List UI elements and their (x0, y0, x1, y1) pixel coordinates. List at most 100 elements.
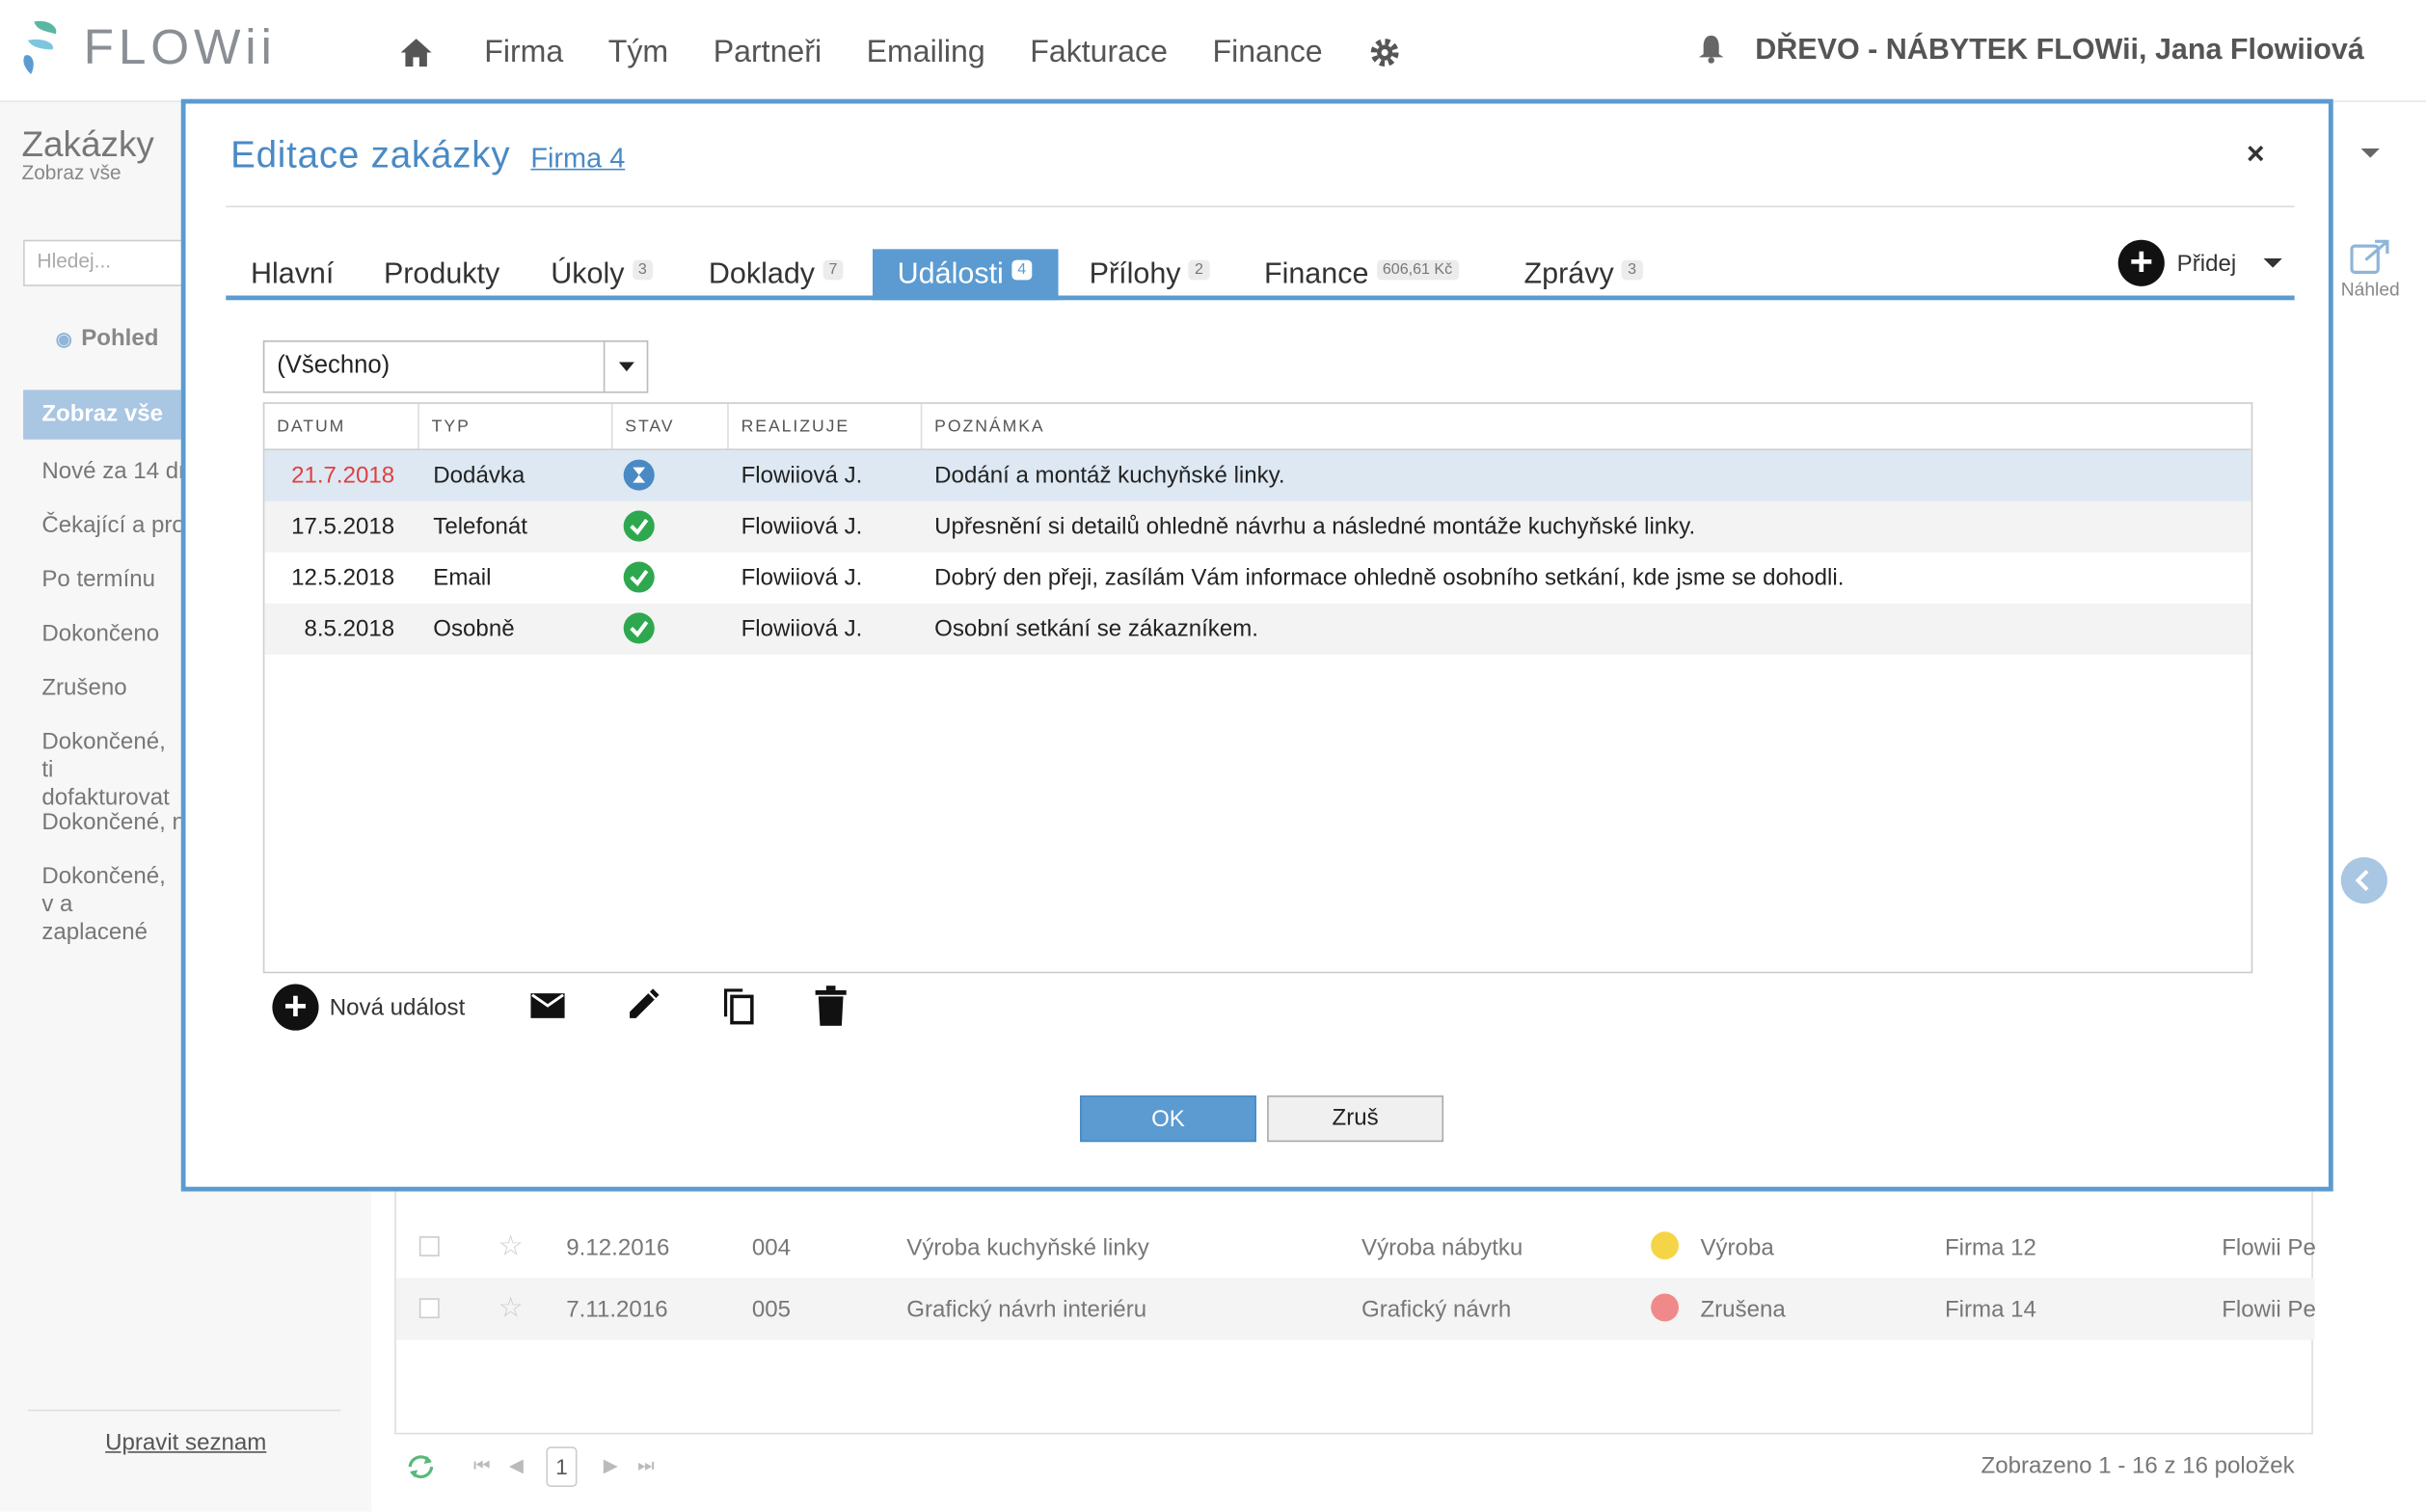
order-number: 005 (751, 1296, 792, 1323)
column-header-typ[interactable]: TYP (419, 403, 613, 449)
email-icon[interactable] (530, 986, 571, 1026)
new-event-button[interactable]: + Nová událost (272, 985, 465, 1031)
table-row[interactable]: 17.5.2018 Telefonát Flowiiová J. Upřesně… (264, 500, 2251, 553)
tab-badge: 7 (822, 259, 844, 281)
plus-icon: + (272, 985, 319, 1031)
user-name[interactable]: DŘEVO - NÁBYTEK FLOWii, Jana Flowiiová (1755, 34, 2364, 68)
firm-link[interactable]: Firma 4 (530, 143, 625, 176)
sidebar-item[interactable]: Zrušeno (41, 675, 196, 703)
collapse-panel-button[interactable] (2340, 856, 2387, 904)
page-number[interactable]: 1 (546, 1446, 578, 1488)
order-name: Výroba kuchyňské linky (906, 1234, 1149, 1261)
sidebar-item[interactable]: Dokončeno (41, 620, 196, 648)
ok-button[interactable]: OK (1080, 1095, 1256, 1143)
event-filter-select[interactable]: (Všechno) (262, 340, 649, 393)
sidebar-item[interactable]: Dokončené, v a zaplacené (41, 863, 180, 947)
sidebar-item[interactable]: Čekající a prob (41, 512, 198, 540)
event-owner: Flowiiová J. (741, 513, 863, 541)
event-note: Dobrý den přeji, zasílám Vám informace o… (934, 564, 1845, 591)
event-date: 12.5.2018 (291, 564, 395, 591)
edit-list-link[interactable]: Upravit seznam (105, 1430, 266, 1456)
nav-item-partneri[interactable]: Partneři (714, 35, 822, 70)
event-note: Osobní setkání se zákazníkem. (934, 615, 1258, 642)
sidebar-item[interactable]: Po termínu (41, 566, 196, 594)
eye-icon: ◉ (55, 328, 72, 350)
last-page-icon[interactable]: ⏭ (637, 1454, 654, 1477)
check-icon (623, 510, 655, 542)
home-icon[interactable] (397, 34, 435, 71)
row-checkbox[interactable] (418, 1236, 440, 1256)
column-header-poznamka[interactable]: POZNÁMKA (922, 404, 2251, 449)
view-label: Pohled (81, 324, 159, 352)
filter-value: (Všechno) (277, 352, 391, 380)
first-page-icon[interactable]: ⏮ (473, 1454, 490, 1477)
column-header-stav[interactable]: STAV (612, 403, 729, 449)
order-name: Grafický návrh interiéru (906, 1296, 1147, 1323)
nav-item-emailing[interactable]: Emailing (867, 35, 985, 70)
table-row[interactable]: 8.5.2018 Osobně Flowiiová J. Osobní setk… (264, 603, 2251, 655)
error-status-icon (1651, 1293, 1679, 1322)
sidebar-item[interactable]: Nové za 14 dní (41, 458, 198, 486)
sidebar-item[interactable]: Dokončené, n (41, 809, 196, 837)
column-header-realizuje[interactable]: REALIZUJE (729, 403, 923, 449)
nav-item-fakturace[interactable]: Fakturace (1030, 35, 1168, 70)
tab-udalosti[interactable]: Události 4 (872, 249, 1059, 301)
refresh-icon[interactable] (405, 1453, 436, 1481)
nav-item-tym[interactable]: Tým (608, 35, 668, 70)
delete-trash-icon[interactable] (814, 986, 854, 1026)
plus-icon: + (2117, 239, 2165, 286)
table-header: DATUM TYP STAV REALIZUJE POZNÁMKA (264, 403, 2251, 450)
tab-prilohy[interactable]: Přílohy 2 (1065, 249, 1234, 295)
copy-icon[interactable] (719, 986, 760, 1026)
event-type: Dodávka (433, 462, 526, 490)
event-type: Osobně (433, 615, 515, 642)
search-input[interactable]: Hledej... (23, 239, 194, 286)
page-title: Zakázky (21, 123, 154, 165)
tab-hlavni[interactable]: Hlavní (226, 249, 359, 295)
flowii-logo-icon (23, 20, 57, 75)
nav-item-firma[interactable]: Firma (484, 35, 563, 70)
external-link-icon[interactable] (2350, 238, 2390, 276)
view-toggle[interactable]: ◉ Pohled (56, 325, 159, 351)
table-row[interactable]: 12.5.2018 Email Flowiiová J. Dobrý den p… (264, 553, 2251, 604)
tab-doklady[interactable]: Doklady 7 (684, 249, 868, 295)
notification-bell-icon[interactable] (1699, 35, 1728, 67)
event-date: 8.5.2018 (304, 615, 395, 642)
order-date: 7.11.2016 (566, 1296, 668, 1323)
order-status: Výroba (1700, 1234, 1774, 1261)
events-toolbar: + Nová událost (272, 980, 847, 1036)
pager-info: Zobrazeno 1 - 16 z 16 položek (1981, 1452, 2295, 1479)
sidebar-item-active[interactable]: Zobraz vše (23, 390, 194, 440)
prev-page-icon[interactable]: ◀ (509, 1454, 524, 1475)
sidebar-item[interactable]: Dokončené, ti dofakturovat (41, 729, 180, 813)
order-owner: Flowii Pe (2222, 1234, 2316, 1261)
star-icon[interactable]: ☆ (499, 1230, 524, 1263)
logo[interactable]: FLOWii (21, 15, 276, 77)
order-firm: Firma 14 (1944, 1296, 2036, 1323)
tab-zpravy[interactable]: Zprávy 3 (1499, 249, 1667, 295)
settings-gear-icon[interactable] (1367, 36, 1401, 69)
dropdown-arrow-icon[interactable] (603, 341, 649, 392)
tab-label: Produkty (383, 257, 500, 291)
tab-badge: 606,61 Kč (1376, 259, 1459, 281)
row-checkbox[interactable] (418, 1298, 440, 1319)
preview-label[interactable]: Náhled (2333, 279, 2408, 300)
edit-pencil-icon[interactable] (625, 986, 665, 1026)
nav-item-finance[interactable]: Finance (1212, 35, 1322, 70)
table-row[interactable]: ☆ 7.11.2016 005 Grafický návrh interiéru… (395, 1278, 2316, 1340)
column-header-datum[interactable]: DATUM (264, 403, 419, 449)
chevron-down-icon[interactable] (2360, 148, 2380, 158)
next-page-icon[interactable]: ▶ (604, 1454, 618, 1475)
order-number: 004 (751, 1234, 792, 1261)
table-row[interactable]: ☆ 9.12.2016 004 Výroba kuchyňské linky V… (396, 1216, 2316, 1278)
tab-label: Hlavní (250, 257, 335, 291)
new-event-label: Nová událost (329, 993, 466, 1021)
add-dropdown-button[interactable]: + Přidej (2117, 239, 2283, 286)
table-row[interactable]: 21.7.2018 Dodávka Flowiiová J. Dodání a … (264, 449, 2251, 501)
close-icon[interactable]: × (2247, 138, 2265, 174)
tab-finance[interactable]: Finance 606,61 Kč (1239, 249, 1483, 295)
star-icon[interactable]: ☆ (499, 1292, 524, 1325)
tab-produkty[interactable]: Produkty (359, 249, 525, 295)
cancel-button[interactable]: Zruš (1267, 1095, 1444, 1143)
tab-ukoly[interactable]: Úkoly 3 (526, 249, 678, 295)
